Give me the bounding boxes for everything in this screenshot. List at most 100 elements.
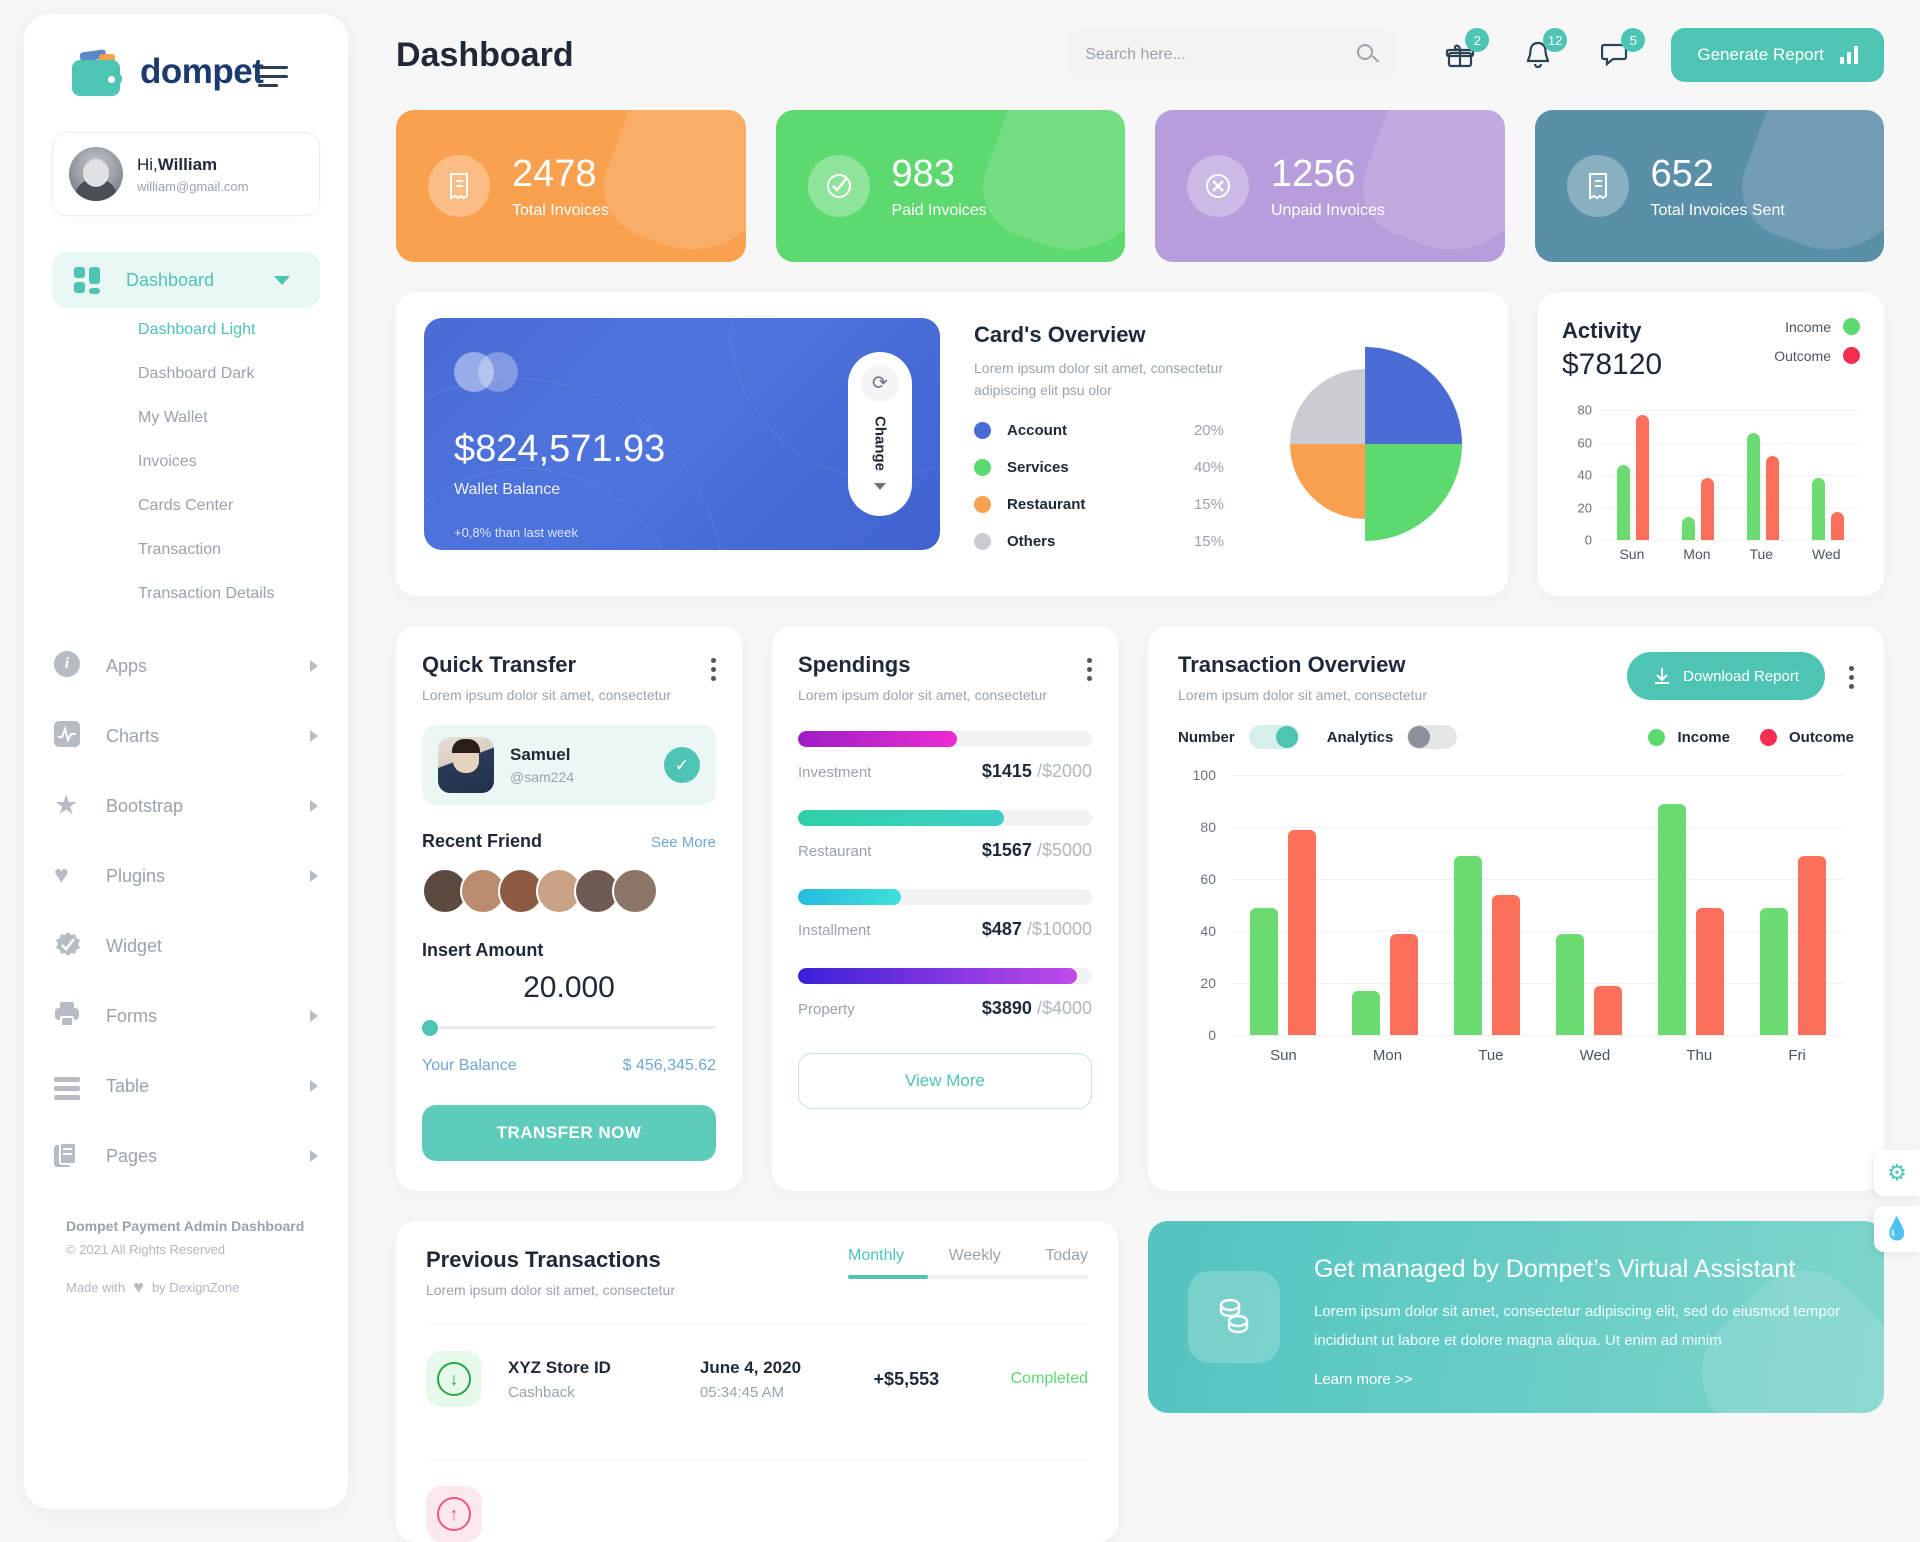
tab-weekly[interactable]: Weekly: [949, 1247, 1001, 1265]
search-icon[interactable]: [1357, 44, 1380, 66]
sidebar-item-label: Widget: [106, 935, 163, 956]
previous-transactions-panel: Previous Transactions Lorem ipsum dolor …: [396, 1221, 1118, 1542]
x-tick: Tue: [1478, 1047, 1504, 1064]
bar-group: [1746, 432, 1779, 540]
legend-label: Outcome: [1774, 347, 1831, 364]
footer-credit-prefix: Made with: [66, 1280, 126, 1295]
table-row[interactable]: ↑: [426, 1459, 1088, 1542]
transfer-now-button[interactable]: TRANSFER NOW: [422, 1105, 716, 1161]
bar-outcome: [1830, 512, 1844, 540]
virtual-assistant-banner[interactable]: Get managed by Dompet’s Virtual Assistan…: [1148, 1221, 1884, 1413]
sidebar-item-forms[interactable]: Forms: [24, 988, 348, 1044]
legend-value: 40%: [1193, 458, 1224, 476]
download-report-button[interactable]: Download Report: [1627, 652, 1825, 700]
chart-y-axis: 100 80 60 40 20 0: [1178, 767, 1216, 1043]
search-box[interactable]: [1067, 29, 1398, 81]
x-tick: Mon: [1683, 546, 1711, 562]
quick-transfer-more-icon[interactable]: [711, 658, 716, 703]
sidebar-item-pages[interactable]: Pages: [24, 1128, 348, 1184]
change-card-button[interactable]: ⟳ Change: [848, 352, 912, 516]
sidebar-item-charts[interactable]: Charts: [24, 708, 348, 764]
brand-logo-area[interactable]: dompet: [24, 14, 348, 96]
wallet-balance-card[interactable]: $824,571.93 Wallet Balance +0,8% than la…: [424, 318, 940, 550]
see-more-link[interactable]: See More: [651, 834, 716, 851]
selected-recipient[interactable]: Samuel @sam224 ✓: [422, 725, 716, 805]
bar-group: [1811, 478, 1844, 540]
progress-track: [798, 731, 1092, 747]
toggle-number-label: Number: [1178, 728, 1235, 746]
settings-button[interactable]: ⚙: [1874, 1150, 1920, 1196]
sidebar-item-dashboard[interactable]: Dashboard: [52, 252, 320, 308]
sidebar-item-widget[interactable]: Widget: [24, 918, 348, 974]
sidebar-subitem-my-wallet[interactable]: My Wallet: [24, 396, 348, 440]
footer-credit: Made with ♥ by DexignZone: [66, 1277, 348, 1298]
bar-income: [1556, 933, 1584, 1035]
theme-color-button[interactable]: 💧: [1874, 1206, 1920, 1252]
sidebar-item-apps[interactable]: i Apps: [24, 638, 348, 694]
sidebar-subitem-cards-center[interactable]: Cards Center: [24, 484, 348, 528]
learn-more-link[interactable]: Learn more >>: [1314, 1371, 1844, 1388]
spending-item-investment: Investment $1415 /$2000: [798, 731, 1092, 782]
tab-monthly[interactable]: Monthly: [848, 1247, 904, 1265]
progress-fill: [798, 731, 957, 747]
table-row[interactable]: ↓ XYZ Store ID Cashback June 4, 2020 05:…: [426, 1324, 1088, 1433]
footer-credit-suffix: by DexignZone: [151, 1280, 240, 1295]
chevron-right-icon: [310, 800, 318, 812]
activity-amount: $78120: [1562, 348, 1663, 381]
generate-report-button[interactable]: Generate Report: [1671, 28, 1884, 82]
transaction-overview-more-icon[interactable]: [1849, 666, 1854, 689]
bar-income: [1250, 907, 1278, 1035]
sidebar-item-bootstrap[interactable]: ★ Bootstrap: [24, 778, 348, 834]
stat-value: 1256: [1271, 152, 1356, 195]
view-more-button[interactable]: View More: [798, 1053, 1092, 1109]
sidebar-subitem-transaction[interactable]: Transaction: [24, 528, 348, 572]
sidebar: dompet Hi,William william@gmail.com Dash…: [24, 14, 348, 1509]
heart-icon: ♥: [133, 1277, 144, 1297]
sidebar-subitem-dashboard-dark[interactable]: Dashboard Dark: [24, 352, 348, 396]
slider-handle[interactable]: [422, 1020, 438, 1036]
spending-item-installment: Installment $487 /$10000: [798, 889, 1092, 940]
sidebar-item-plugins[interactable]: ♥ Plugins: [24, 848, 348, 904]
friend-avatar[interactable]: [612, 868, 658, 914]
bar-income: [1811, 478, 1825, 540]
sidebar-item-label: Pages: [106, 1145, 158, 1166]
y-tick: 60: [1577, 435, 1592, 450]
tab-today[interactable]: Today: [1045, 1247, 1088, 1265]
sidebar-item-table[interactable]: Table: [24, 1058, 348, 1114]
stat-card-unpaid-invoices[interactable]: 1256 Unpaid Invoices: [1155, 110, 1505, 262]
spending-label: Property: [798, 1001, 855, 1018]
legend-color-swatch: [974, 421, 991, 439]
x-tick: Thu: [1686, 1047, 1713, 1064]
stat-card-total-invoices[interactable]: 2478 Total Invoices: [396, 110, 746, 262]
gift-button[interactable]: 2: [1437, 28, 1490, 78]
analytics-toggle[interactable]: [1407, 725, 1458, 749]
search-input[interactable]: [1085, 46, 1358, 64]
sidebar-subitem-transaction-details[interactable]: Transaction Details: [24, 572, 348, 616]
hamburger-menu-icon[interactable]: [258, 66, 288, 93]
messages-button[interactable]: 5: [1593, 28, 1646, 78]
sidebar-subitem-dashboard-light[interactable]: Dashboard Light: [24, 308, 348, 352]
balance-value: $ 456,345.62: [622, 1057, 716, 1074]
transfer-amount-value[interactable]: 20.000: [422, 971, 716, 1005]
sidebar-item-label: Dashboard: [126, 269, 215, 290]
sidebar-subitem-invoices[interactable]: Invoices: [24, 440, 348, 484]
notifications-button[interactable]: 12: [1515, 28, 1568, 78]
stat-card-paid-invoices[interactable]: 983 Paid Invoices: [775, 110, 1125, 262]
spending-max: /$2000: [1036, 761, 1092, 781]
user-profile-card[interactable]: Hi,William william@gmail.com: [52, 132, 320, 216]
activity-x-axis: Sun Mon Tue Wed: [1600, 546, 1860, 562]
stat-value: 2478: [512, 152, 597, 195]
transaction-date: June 4, 2020: [699, 1357, 802, 1377]
bar-outcome: [1492, 894, 1520, 1035]
sidebar-item-label: Forms: [106, 1005, 157, 1026]
stat-card-total-invoices-sent[interactable]: 652 Total Invoices Sent: [1534, 110, 1884, 262]
amount-slider[interactable]: [422, 1019, 716, 1036]
legend-label: Restaurant: [1007, 495, 1086, 513]
stat-value: 652: [1650, 152, 1714, 195]
sidebar-item-label: Bootstrap: [106, 795, 184, 816]
stat-label: Total Invoices: [512, 201, 609, 219]
spendings-more-icon[interactable]: [1087, 658, 1092, 703]
number-toggle[interactable]: [1248, 725, 1299, 749]
bar-outcome: [1390, 933, 1418, 1035]
activity-panel: Activity $78120 Income Outcome 80 60 40 …: [1538, 292, 1884, 596]
